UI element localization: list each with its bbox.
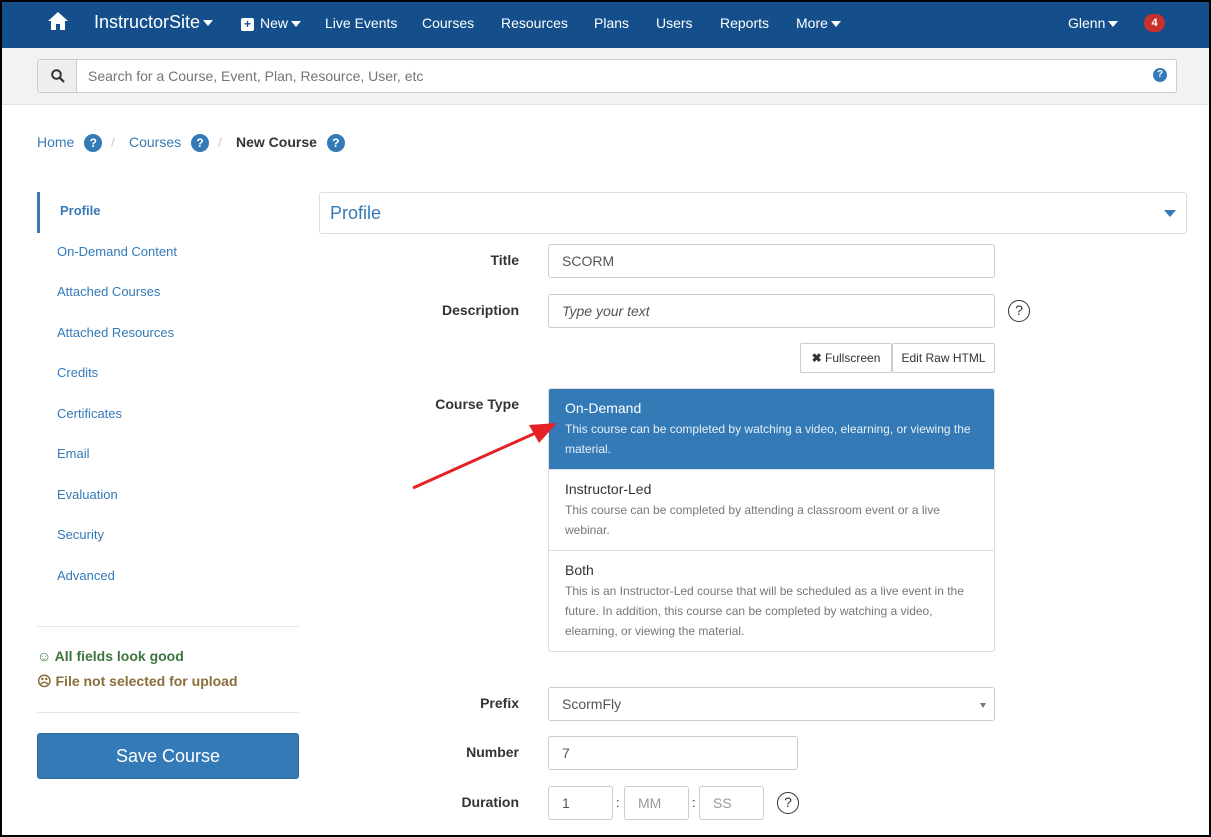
sidebar-item-evaluation[interactable]: Evaluation	[37, 476, 299, 517]
help-circle-icon[interactable]: ?	[1008, 300, 1030, 322]
top-navbar: InstructorSite + New Live Events Courses …	[0, 0, 1211, 48]
sidebar-item-security[interactable]: Security	[37, 516, 299, 557]
courses-link[interactable]: Courses	[129, 134, 181, 150]
description-label: Description	[441, 302, 519, 318]
duration-label: Duration	[461, 794, 519, 810]
status-good: ☺ All fields look good	[37, 648, 184, 664]
time-separator: :	[616, 795, 620, 810]
panel-title: Profile	[330, 203, 382, 223]
description-editor[interactable]: Type your text	[548, 294, 995, 328]
course-type-on-demand[interactable]: On-Demand This course can be completed by…	[549, 389, 994, 469]
user-menu[interactable]: Glenn	[1068, 15, 1119, 31]
divider	[37, 712, 299, 713]
new-label: New	[260, 15, 289, 31]
sidebar-item-certificates[interactable]: Certificates	[37, 395, 299, 436]
fullscreen-label: Fullscreen	[825, 351, 881, 365]
option-desc: This course can be completed by attendin…	[565, 503, 940, 537]
prefix-label: Prefix	[480, 695, 519, 711]
home-link[interactable]: Home	[37, 134, 74, 150]
expand-icon: ✖	[811, 351, 822, 365]
nav-live-events[interactable]: Live Events	[325, 15, 397, 31]
nav-courses[interactable]: Courses	[422, 15, 474, 31]
title-label: Title	[490, 252, 519, 268]
duration-minutes-input[interactable]: MM	[624, 786, 689, 820]
course-type-options: On-Demand This course can be completed by…	[548, 388, 995, 652]
breadcrumb-separator: /	[111, 134, 115, 150]
course-type-label: Course Type	[435, 396, 519, 412]
search-input[interactable]	[88, 68, 1088, 84]
number-label: Number	[466, 744, 519, 760]
option-title: Both	[565, 562, 594, 578]
title-input[interactable]: SCORM	[548, 244, 995, 278]
status-warning: ☹ File not selected for upload	[37, 673, 238, 690]
fullscreen-button[interactable]: ✖ Fullscreen	[800, 343, 892, 373]
sidebar-item-attached-resources[interactable]: Attached Resources	[37, 314, 299, 355]
status-good-text: All fields look good	[54, 648, 184, 664]
sidebar-item-credits[interactable]: Credits	[37, 354, 299, 395]
profile-panel-header[interactable]: Profile	[319, 192, 1187, 234]
option-title: Instructor-Led	[565, 481, 652, 497]
site-name: InstructorSite	[94, 12, 201, 32]
user-name: Glenn	[1068, 15, 1106, 31]
breadcrumb-separator: /	[218, 134, 222, 150]
duration-hours-input[interactable]: 1	[548, 786, 613, 820]
plus-square-icon: +	[241, 18, 254, 31]
course-type-both[interactable]: Both This is an Instructor-Led course tha…	[549, 550, 994, 651]
nav-resources[interactable]: Resources	[501, 15, 568, 31]
option-desc: This course can be completed by watching…	[565, 422, 971, 456]
notification-badge[interactable]: 4	[1144, 14, 1165, 32]
prefix-value: ScormFly	[562, 696, 622, 712]
divider	[37, 626, 299, 627]
edit-raw-html-button[interactable]: Edit Raw HTML	[892, 343, 995, 373]
breadcrumb-current: New Course ?	[236, 134, 345, 152]
site-menu[interactable]: InstructorSite	[94, 12, 214, 33]
nav-plans[interactable]: Plans	[594, 15, 629, 31]
more-label: More	[796, 15, 828, 31]
search-button[interactable]	[38, 60, 77, 92]
duration-seconds-input[interactable]: SS	[699, 786, 764, 820]
time-separator: :	[692, 795, 696, 810]
sidebar-item-attached-courses[interactable]: Attached Courses	[37, 273, 299, 314]
frown-icon: ☹	[37, 673, 52, 689]
option-desc: This is an Instructor-Led course that wi…	[565, 584, 964, 638]
current-page: New Course	[236, 134, 317, 150]
status-warning-text: File not selected for upload	[55, 673, 238, 689]
number-input[interactable]: 7	[548, 736, 798, 770]
breadcrumb-home[interactable]: Home ?	[37, 134, 103, 152]
annotation-arrow	[412, 423, 557, 490]
sidebar-item-advanced[interactable]: Advanced	[37, 557, 299, 598]
select-caret-icon	[980, 703, 986, 708]
sidebar-item-on-demand-content[interactable]: On-Demand Content	[37, 233, 299, 274]
caret-down-icon[interactable]	[1164, 210, 1176, 217]
sidebar-nav: Profile On-Demand Content Attached Cours…	[37, 192, 299, 597]
course-type-instructor-led[interactable]: Instructor-Led This course can be complet…	[549, 469, 994, 550]
new-menu[interactable]: + New	[241, 15, 302, 31]
help-icon[interactable]: ?	[326, 134, 345, 152]
help-icon[interactable]: ?	[191, 134, 210, 152]
search-bar: ?	[0, 48, 1211, 105]
home-icon[interactable]	[48, 12, 68, 30]
nav-users[interactable]: Users	[656, 15, 693, 31]
smile-icon: ☺	[37, 648, 52, 664]
sidebar-item-profile[interactable]: Profile	[37, 192, 299, 233]
sidebar-item-email[interactable]: Email	[37, 435, 299, 476]
breadcrumb-courses[interactable]: Courses ?	[129, 134, 210, 152]
more-menu[interactable]: More	[796, 15, 841, 31]
option-title: On-Demand	[565, 400, 642, 416]
nav-reports[interactable]: Reports	[720, 15, 769, 31]
prefix-select[interactable]: ScormFly	[548, 687, 995, 721]
help-icon[interactable]: ?	[84, 134, 103, 152]
help-circle-icon[interactable]: ?	[777, 792, 799, 814]
save-course-button[interactable]: Save Course	[37, 733, 299, 779]
search-icon	[51, 69, 65, 83]
help-icon[interactable]: ?	[1153, 68, 1167, 82]
